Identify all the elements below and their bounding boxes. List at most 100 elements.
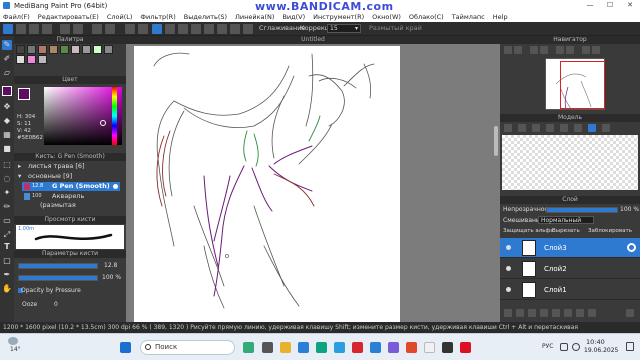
layer-opacity-slider[interactable] bbox=[546, 207, 618, 213]
visibility-eye-icon[interactable] bbox=[506, 287, 511, 292]
save-icon[interactable] bbox=[42, 24, 52, 34]
palette-swatch[interactable] bbox=[60, 45, 69, 54]
move-down-icon[interactable] bbox=[564, 309, 572, 317]
hue-slider[interactable] bbox=[112, 87, 117, 145]
palette-swatch[interactable] bbox=[104, 45, 113, 54]
palette-swatch[interactable] bbox=[49, 45, 58, 54]
clip-option[interactable]: Вырезать bbox=[552, 228, 580, 234]
wifi-icon[interactable] bbox=[560, 343, 568, 351]
hand-icon[interactable]: ✋ bbox=[2, 284, 12, 294]
hard-edge-option[interactable]: Размытый край bbox=[369, 24, 422, 32]
shape-icon[interactable]: ■ bbox=[2, 144, 12, 154]
model-rotate-icon[interactable] bbox=[532, 124, 540, 132]
zoom-in-icon[interactable] bbox=[504, 46, 512, 54]
redo-icon[interactable] bbox=[105, 24, 115, 34]
menu-tool[interactable]: Инструмент(R) bbox=[313, 13, 364, 21]
move-up-icon[interactable] bbox=[552, 309, 560, 317]
move-icon[interactable]: ✥ bbox=[2, 102, 12, 112]
palette-swatch[interactable] bbox=[93, 45, 102, 54]
open-file-icon[interactable] bbox=[29, 24, 39, 34]
model-add-icon[interactable] bbox=[504, 124, 512, 132]
brush-opacity-slider[interactable] bbox=[18, 275, 98, 281]
recording-icon[interactable] bbox=[460, 342, 471, 353]
menu-timelapse[interactable]: Таймлапс bbox=[452, 13, 485, 21]
menu-select[interactable]: Выделить(S) bbox=[184, 13, 227, 21]
layer-row-1[interactable]: Слой1 bbox=[500, 280, 640, 300]
model-move-icon[interactable] bbox=[518, 124, 526, 132]
canvas-scrollbar[interactable] bbox=[494, 126, 498, 156]
actual-size-icon[interactable] bbox=[540, 46, 548, 54]
menu-view[interactable]: Вид(V) bbox=[282, 13, 305, 21]
gear-icon[interactable] bbox=[627, 243, 636, 252]
gradient-icon[interactable]: ▦ bbox=[2, 130, 12, 140]
brush-group-leaves[interactable]: ▸ листья трава [6] bbox=[16, 162, 120, 171]
brush-group-basic[interactable]: ▾ основные [9] bbox=[16, 172, 120, 181]
delete-layer-icon[interactable] bbox=[626, 309, 634, 317]
copilot-icon[interactable] bbox=[243, 342, 254, 353]
protect-alpha-option[interactable]: Защищать альфа bbox=[503, 228, 554, 234]
maximize-button[interactable]: ☐ bbox=[600, 0, 620, 11]
palette-swatch[interactable] bbox=[16, 55, 25, 64]
edge-icon[interactable] bbox=[298, 342, 309, 353]
new-file-icon[interactable] bbox=[16, 24, 26, 34]
volume-icon[interactable] bbox=[572, 343, 580, 351]
menu-cloud[interactable]: Облако(C) bbox=[409, 13, 444, 21]
folder-icon[interactable] bbox=[528, 309, 536, 317]
app-icon[interactable] bbox=[388, 342, 399, 353]
snap-radial-icon[interactable] bbox=[204, 24, 214, 34]
yandex-icon[interactable] bbox=[352, 342, 363, 353]
model-select-icon[interactable] bbox=[588, 124, 596, 132]
snap-parallel-icon[interactable] bbox=[165, 24, 175, 34]
blend-select[interactable]: Нормальный bbox=[538, 216, 594, 224]
language-indicator[interactable]: РУС bbox=[542, 343, 553, 350]
lock-option[interactable]: Заблокировать bbox=[588, 228, 632, 234]
palette-swatch[interactable] bbox=[27, 55, 36, 64]
snap-circle-icon[interactable] bbox=[217, 24, 227, 34]
palette-swatch[interactable] bbox=[38, 45, 47, 54]
menu-window[interactable]: Окно(W) bbox=[372, 13, 401, 21]
more-icon[interactable] bbox=[588, 309, 596, 317]
edge-browser-icon[interactable] bbox=[316, 342, 327, 353]
model-settings-icon[interactable] bbox=[602, 124, 610, 132]
speech-bubble-icon[interactable]: ▢ bbox=[2, 256, 12, 266]
brush-item-gpen[interactable]: 12.8 G Pen (Smooth) bbox=[22, 182, 120, 191]
palette-swatch[interactable] bbox=[38, 55, 47, 64]
lasso-icon[interactable]: ◌ bbox=[2, 174, 12, 184]
undo-icon[interactable] bbox=[92, 24, 102, 34]
bandicam-icon[interactable] bbox=[442, 342, 453, 353]
layer-row-3[interactable]: Слой3 bbox=[500, 238, 640, 258]
menu-help[interactable]: Help bbox=[493, 13, 508, 21]
eraser-icon[interactable]: ▱ bbox=[2, 68, 12, 78]
snap-curve-icon[interactable] bbox=[230, 24, 240, 34]
navigator-thumbnail[interactable] bbox=[545, 58, 605, 110]
menu-file[interactable]: Файл(F) bbox=[3, 13, 30, 21]
foreground-color[interactable] bbox=[18, 88, 30, 100]
task-view-icon[interactable] bbox=[262, 342, 273, 353]
minimize-button[interactable]: — bbox=[580, 0, 600, 11]
snap-cross-icon[interactable] bbox=[178, 24, 188, 34]
brush-icon[interactable]: ✐ bbox=[2, 54, 12, 64]
flip-icon[interactable] bbox=[60, 24, 70, 34]
notification-icon[interactable] bbox=[626, 342, 634, 351]
layer-row-2[interactable]: Слой2 bbox=[500, 259, 640, 279]
model-viewport[interactable] bbox=[502, 135, 638, 190]
rotate-right-icon[interactable] bbox=[566, 46, 574, 54]
text-icon[interactable]: T bbox=[2, 242, 12, 252]
brush-size-slider[interactable] bbox=[18, 263, 98, 269]
model-camera-icon[interactable] bbox=[560, 124, 568, 132]
navigator-viewport[interactable] bbox=[560, 61, 605, 109]
canvas-tab[interactable]: Untitled bbox=[126, 36, 500, 44]
telegram-icon[interactable] bbox=[334, 342, 345, 353]
correction-input[interactable]: 15 ▾ bbox=[327, 24, 361, 33]
eyedropper-icon[interactable]: ✒ bbox=[2, 270, 12, 280]
settings-icon[interactable] bbox=[576, 309, 584, 317]
windows-start-icon[interactable] bbox=[120, 342, 131, 353]
brush-item-watercolor[interactable]: 100 Акварель (размытая bbox=[22, 192, 120, 209]
color-picker-square[interactable] bbox=[44, 87, 122, 145]
select-icon[interactable]: ⬚ bbox=[2, 160, 12, 170]
magic-wand-icon[interactable]: ✦ bbox=[2, 188, 12, 198]
drawing-canvas[interactable] bbox=[134, 46, 400, 322]
snap-settings-icon[interactable] bbox=[243, 24, 253, 34]
file-explorer-icon[interactable] bbox=[280, 342, 291, 353]
settings-icon[interactable] bbox=[125, 24, 135, 34]
